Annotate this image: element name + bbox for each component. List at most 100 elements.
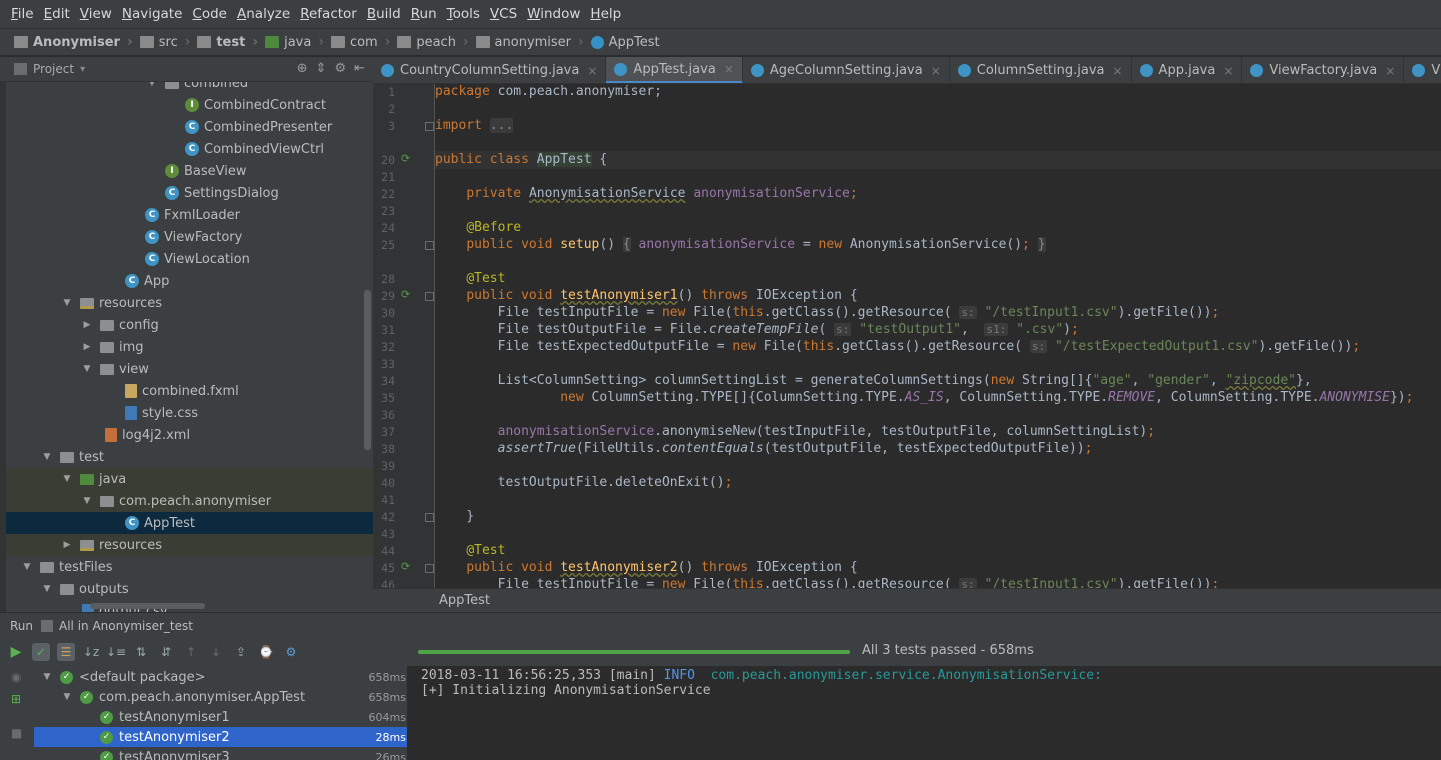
fold-toggle-icon[interactable] [425, 513, 434, 522]
test-result-row[interactable]: ✓ testAnonymiser2 28ms [34, 727, 407, 747]
run-test-gutter-icon[interactable]: ⟳ [401, 152, 410, 165]
close-icon[interactable]: × [1112, 64, 1122, 78]
tree-node[interactable]: ▼ java [6, 468, 373, 490]
editor-tab[interactable]: AgeColumnSetting.java × [743, 57, 950, 83]
menu-navigate[interactable]: Navigate [122, 6, 183, 22]
tree-node[interactable]: I CombinedContract [6, 94, 373, 116]
run-test-gutter-icon[interactable]: ⟳ [401, 288, 410, 301]
editor-tab[interactable]: App.java × [1132, 57, 1243, 83]
run-test-gutter-icon[interactable]: ⟳ [401, 560, 410, 573]
collapse-all-icon[interactable]: ⇵ [157, 643, 175, 661]
close-icon[interactable]: × [931, 64, 941, 78]
export-results-icon[interactable]: ⇪ [232, 643, 250, 661]
menu-tools[interactable]: Tools [447, 6, 480, 22]
import-results-icon[interactable]: ⌚ [257, 643, 275, 661]
tree-node[interactable]: log4j2.xml [6, 424, 373, 446]
expanded-arrow-icon[interactable]: ▼ [22, 562, 32, 572]
expanded-arrow-icon[interactable]: ▼ [62, 474, 72, 484]
project-tree-hscrollbar[interactable] [90, 603, 205, 609]
expanded-arrow-icon[interactable]: ▼ [62, 692, 72, 702]
expanded-arrow-icon[interactable]: ▼ [62, 298, 72, 308]
menu-analyze[interactable]: Analyze [237, 6, 290, 22]
collapsed-arrow-icon[interactable]: ▶ [82, 342, 92, 352]
tree-node[interactable]: combined.fxml [6, 380, 373, 402]
tree-node[interactable]: ▼ view [6, 358, 373, 380]
editor-tab[interactable]: ViewFactory.java × [1242, 57, 1405, 83]
collapsed-arrow-icon[interactable]: ▶ [82, 320, 92, 330]
run-config-name[interactable]: All in Anonymiser_test [59, 619, 193, 633]
close-icon[interactable]: × [587, 64, 597, 78]
breadcrumb-peach[interactable]: peach › [397, 34, 475, 50]
fold-toggle-icon[interactable] [425, 564, 434, 573]
test-result-row[interactable]: ▼ ✓ <default package> 658ms [34, 667, 407, 687]
fold-toggle-icon[interactable] [425, 241, 434, 250]
tree-node[interactable]: ▶ config [6, 314, 373, 336]
expanded-arrow-icon[interactable]: ▼ [42, 584, 52, 594]
tree-node[interactable]: C App [6, 270, 373, 292]
breadcrumb-anonymiser[interactable]: anonymiser › [475, 34, 591, 50]
tree-node[interactable]: ▼ outputs [6, 578, 373, 600]
breadcrumb-java[interactable]: java › [265, 34, 331, 50]
menu-help[interactable]: Help [590, 6, 621, 22]
breadcrumb-project[interactable]: Anonymiser › [14, 34, 140, 50]
menu-refactor[interactable]: Refactor [300, 6, 357, 22]
editor-breadcrumb[interactable]: AppTest [373, 588, 1441, 612]
tree-node[interactable]: ▶ img [6, 336, 373, 358]
tree-node[interactable]: C SettingsDialog [6, 182, 373, 204]
menu-edit[interactable]: Edit [44, 6, 70, 22]
expanded-arrow-icon[interactable]: ▼ [82, 496, 92, 506]
chevron-down-icon[interactable]: ▾ [80, 64, 85, 75]
project-tree-scrollbar[interactable] [364, 290, 371, 450]
menu-window[interactable]: Window [527, 6, 580, 22]
code-editor[interactable]: package com.peach.anonymiser; import ...… [435, 84, 1441, 588]
expanded-arrow-icon[interactable]: ▼ [42, 672, 52, 682]
tree-node[interactable]: ▼ combined [6, 82, 373, 94]
tree-node[interactable]: C ViewFactory [6, 226, 373, 248]
tree-node[interactable]: I BaseView [6, 160, 373, 182]
gear-icon[interactable]: ⚙ [334, 61, 346, 76]
menu-run[interactable]: Run [411, 6, 437, 22]
sort-alpha-icon[interactable]: ↓z [82, 643, 100, 661]
test-result-row[interactable]: ▼ ✓ com.peach.anonymiser.AppTest 658ms [34, 687, 407, 707]
breadcrumb-apptest[interactable]: AppTest [590, 35, 660, 50]
hide-panel-icon[interactable]: ⇤ [354, 61, 365, 76]
show-passed-icon[interactable]: ✓ [32, 643, 50, 661]
tree-node[interactable]: C CombinedViewCtrl [6, 138, 373, 160]
menu-view[interactable]: View [80, 6, 112, 22]
run-panel-title[interactable]: Run [10, 619, 33, 633]
test-result-row[interactable]: ✓ testAnonymiser1 604ms [34, 707, 407, 727]
editor-tab[interactable]: AppTest.java × [606, 57, 743, 83]
close-icon[interactable]: × [724, 62, 734, 76]
gear-icon[interactable]: ⚙ [282, 643, 300, 661]
expanded-arrow-icon[interactable]: ▼ [82, 364, 92, 374]
menu-build[interactable]: Build [367, 6, 401, 22]
tree-node[interactable]: C FxmlLoader [6, 204, 373, 226]
tree-node[interactable]: C CombinedPresenter [6, 116, 373, 138]
test-result-row[interactable]: ✓ testAnonymiser3 26ms [34, 747, 407, 760]
scroll-from-source-icon[interactable]: ⊕ [297, 61, 308, 76]
tree-node[interactable]: C ViewLocation [6, 248, 373, 270]
menu-vcs[interactable]: VCS [490, 6, 517, 22]
fold-toggle-icon[interactable] [425, 292, 434, 301]
tree-node[interactable]: ▼ testFiles [6, 556, 373, 578]
tree-node[interactable]: C AppTest [6, 512, 373, 534]
close-icon[interactable]: × [1223, 64, 1233, 78]
menu-file[interactable]: File [11, 6, 34, 22]
breadcrumb-src[interactable]: src › [139, 34, 198, 50]
tree-node[interactable]: ▼ com.peach.anonymiser [6, 490, 373, 512]
expand-all-icon[interactable]: ⇅ [132, 643, 150, 661]
tree-node[interactable]: ▼ resources [6, 292, 373, 314]
menu-code[interactable]: Code [192, 6, 227, 22]
breadcrumb-test[interactable]: test › [197, 34, 265, 50]
coverage-icon[interactable]: ⊞ [11, 692, 21, 706]
fold-toggle-icon[interactable] [425, 122, 434, 131]
expanded-arrow-icon[interactable]: ▼ [147, 82, 157, 88]
show-ignored-icon[interactable]: ☰ [57, 643, 75, 661]
previous-failed-icon[interactable]: ↑ [182, 643, 200, 661]
tree-node[interactable]: ▶ resources [6, 534, 373, 556]
expanded-arrow-icon[interactable]: ▼ [42, 452, 52, 462]
tree-node[interactable]: style.css [6, 402, 373, 424]
run-console[interactable]: 2018-03-11 16:56:25,353 [main] INFO com.… [408, 666, 1441, 760]
next-failed-icon[interactable]: ↓ [207, 643, 225, 661]
editor-tab[interactable]: ViewLocation.java× [1404, 57, 1441, 83]
